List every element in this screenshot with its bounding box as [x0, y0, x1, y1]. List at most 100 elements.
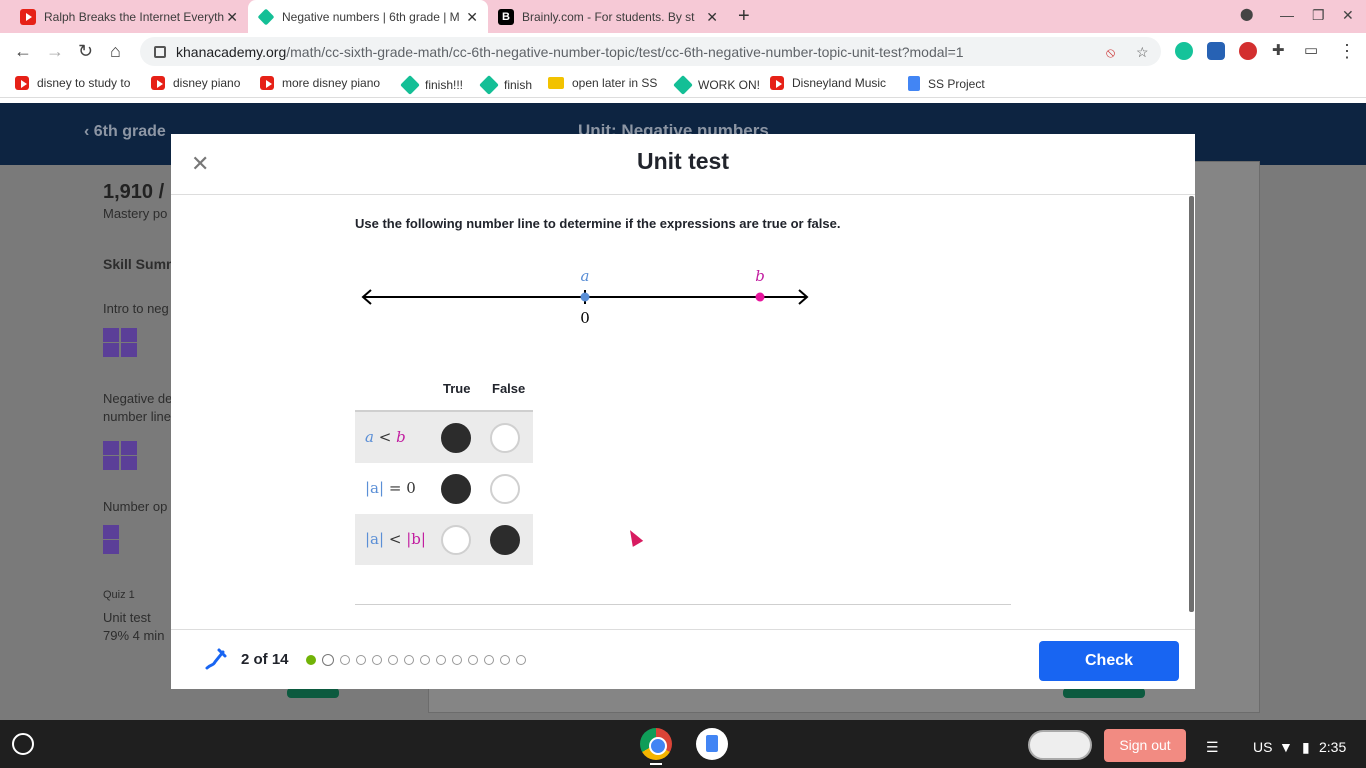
clipboard-icon[interactable]: ☰	[1206, 739, 1219, 756]
progress-dot	[340, 655, 350, 665]
new-tab-icon[interactable]: +	[738, 5, 750, 28]
sidebar-item-unit-test[interactable]: Unit test	[103, 610, 151, 625]
youtube-icon	[260, 76, 274, 90]
expression: |a| = 0	[365, 479, 416, 497]
true-radio[interactable]	[441, 525, 471, 555]
url-host: khanacademy.org	[176, 43, 287, 60]
skill-summary-heading: Skill Summ	[103, 256, 179, 272]
folder-icon	[548, 77, 564, 89]
blocked-icon[interactable]: ⦸	[1106, 44, 1115, 61]
expression: a < b	[365, 428, 406, 446]
progress-dot	[306, 655, 316, 665]
skill-square-icon	[103, 540, 119, 554]
scrollbar[interactable]	[1189, 196, 1194, 612]
header-true: True	[443, 381, 471, 396]
url-path: /math/cc-sixth-grade-math/cc-6th-negativ…	[286, 43, 964, 60]
progress-label: 2 of 14	[241, 651, 289, 668]
point-a	[580, 292, 590, 302]
youtube-icon	[151, 76, 165, 90]
false-radio[interactable]	[490, 474, 520, 504]
extensions-puzzle-icon[interactable]: ✚	[1272, 41, 1285, 59]
skill-square-icon	[121, 328, 137, 342]
minimize-icon[interactable]: —	[1280, 7, 1294, 23]
mastery-points: 1,910 /	[103, 181, 165, 203]
active-app-indicator	[650, 763, 662, 765]
check-button[interactable]: Check	[1039, 641, 1179, 681]
grammarly-icon[interactable]	[1175, 42, 1193, 60]
cast-icon[interactable]: ▭	[1304, 41, 1318, 59]
wifi-icon[interactable]: ▼	[1279, 739, 1293, 755]
progress-dot	[322, 654, 334, 666]
progress-dot	[468, 655, 478, 665]
close-tab-icon[interactable]: ✕	[226, 9, 238, 26]
sidebar-item-negative-decimals[interactable]: Negative de	[103, 391, 172, 406]
google-docs-icon[interactable]	[696, 728, 728, 760]
close-tab-icon[interactable]: ✕	[466, 9, 478, 26]
skill-square-icon	[121, 441, 137, 455]
label-zero: 0	[580, 309, 590, 327]
khan-academy-icon	[400, 75, 420, 95]
tab-ralph[interactable]: Ralph Breaks the Internet Everyth ✕	[8, 0, 248, 33]
extension-f-icon[interactable]	[1207, 42, 1225, 60]
table-row: a < b	[355, 412, 533, 463]
true-radio[interactable]	[441, 474, 471, 504]
number-line: a b 0	[361, 267, 809, 327]
menu-kebab-icon[interactable]: ⋮	[1338, 41, 1356, 62]
bookmark-finish[interactable]: finish	[479, 75, 532, 95]
close-window-icon[interactable]: ✕	[1342, 7, 1354, 24]
skill-square-icon	[103, 525, 119, 539]
khan-academy-icon	[479, 75, 499, 95]
table-row: |a| = 0	[355, 463, 533, 514]
browser-toolbar: ← → ↻ ⌂ khanacademy.org/math/cc-sixth-gr…	[0, 33, 1366, 70]
bookmark-more-disney-piano[interactable]: more disney piano	[260, 76, 380, 90]
practice-brush-icon	[205, 648, 227, 670]
bookmark-work-on[interactable]: WORK ON!	[673, 75, 760, 95]
sidebar-item-intro[interactable]: Intro to neg	[103, 301, 169, 316]
clock[interactable]: 2:35	[1319, 739, 1346, 755]
reload-icon[interactable]: ↻	[78, 41, 93, 62]
address-bar[interactable]: khanacademy.org/math/cc-sixth-grade-math…	[140, 37, 1161, 66]
back-to-grade-link[interactable]: ‹ 6th grade	[84, 123, 166, 141]
battery-icon[interactable]: ▮	[1302, 739, 1310, 756]
window-preview[interactable]	[1028, 730, 1092, 760]
chrome-icon[interactable]	[640, 728, 672, 760]
bookmark-finish-exclaim[interactable]: finish!!!	[400, 75, 463, 95]
khan-academy-icon	[257, 8, 275, 25]
header-false: False	[492, 381, 526, 396]
header-divider	[171, 194, 1195, 195]
bookmarks-bar: disney to study to disney piano more dis…	[0, 70, 1366, 98]
progress-dot	[420, 655, 430, 665]
tab-brainly[interactable]: B Brainly.com - For students. By st ✕	[488, 0, 728, 33]
bookmark-disney-piano[interactable]: disney piano	[151, 76, 240, 90]
expression: |a| < |b|	[365, 530, 426, 548]
progress-dot	[484, 655, 494, 665]
forward-icon[interactable]: →	[46, 41, 64, 62]
bookmark-disney-to-study-to[interactable]: disney to study to	[15, 76, 130, 90]
sidebar-item-quiz[interactable]: Quiz 1	[103, 589, 135, 601]
false-radio[interactable]	[490, 525, 520, 555]
sign-out-button[interactable]: Sign out	[1104, 729, 1186, 762]
bookmark-ss-project[interactable]: SS Project	[908, 76, 985, 91]
sidebar-item-number-opposites[interactable]: Number op	[103, 499, 167, 514]
progress-dot	[452, 655, 462, 665]
false-radio[interactable]	[490, 423, 520, 453]
progress-dot	[388, 655, 398, 665]
bookmark-disneyland-music[interactable]: Disneyland Music	[770, 76, 886, 90]
restore-icon[interactable]: ❐	[1312, 7, 1325, 24]
home-icon[interactable]: ⌂	[110, 41, 121, 62]
adblock-icon[interactable]	[1239, 42, 1257, 60]
true-radio[interactable]	[441, 423, 471, 453]
khan-academy-icon	[673, 75, 693, 95]
skill-square-icon	[103, 343, 119, 357]
tab-search-icon[interactable]: ⬤	[1240, 7, 1253, 21]
tab-negative-numbers[interactable]: Negative numbers | 6th grade | M ✕	[248, 0, 488, 33]
locale-label[interactable]: US	[1253, 739, 1272, 755]
progress-dot	[436, 655, 446, 665]
launcher-icon[interactable]	[12, 733, 34, 755]
back-icon[interactable]: ←	[14, 41, 32, 62]
close-tab-icon[interactable]: ✕	[706, 9, 718, 26]
bookmark-open-later-in-ss[interactable]: open later in SS	[548, 76, 657, 90]
youtube-icon	[20, 8, 36, 25]
bookmark-star-icon[interactable]: ☆	[1136, 44, 1149, 61]
question-prompt: Use the following number line to determi…	[355, 216, 841, 231]
